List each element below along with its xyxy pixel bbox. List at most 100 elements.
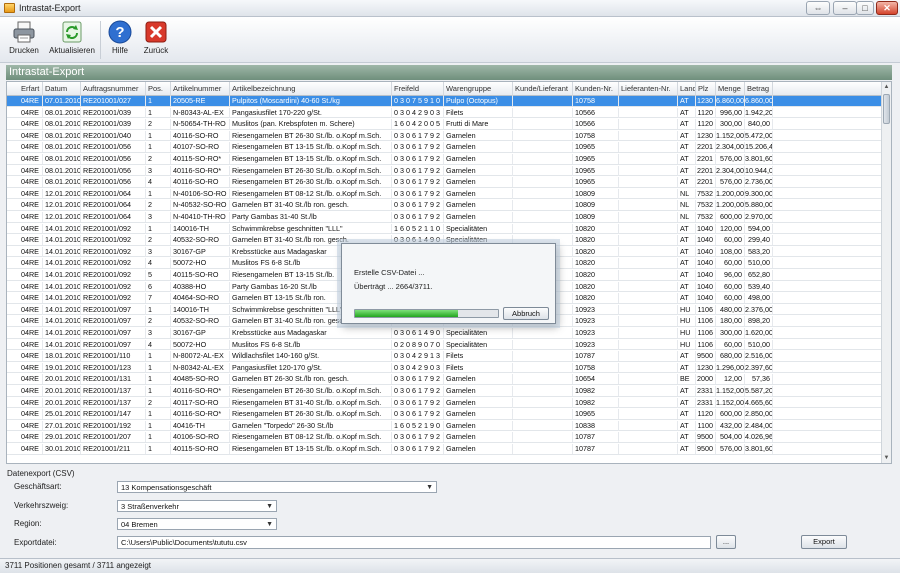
cell-land: HU [678, 328, 696, 338]
column-header-datum[interactable]: Datum [43, 82, 81, 96]
table-row[interactable]: 04RE 20.01.2010 RE201001/131 1 40485-SO-RO Ga… [7, 374, 883, 385]
table-row[interactable]: 04RE 12.01.2010 RE201001/064 1 N-40106-SO-RO… [7, 188, 883, 200]
cell-kunden-nr: 10923 [573, 316, 619, 327]
column-header-kunden-nr[interactable]: Kunden-Nr. [573, 82, 619, 96]
cell-artikelnummer: 40115-SO-RO [171, 444, 230, 454]
column-header-plz[interactable]: Plz [696, 82, 716, 96]
cell-auftragsnummer: RE201001/092 [81, 270, 146, 280]
table-row[interactable]: 04RE 08.01.2010 RE201001/056 3 40116-SO-RO* R… [7, 165, 883, 177]
table-row[interactable]: 04RE 08.01.2010 RE201001/039 1 N-80343-AL-EX… [7, 107, 883, 119]
table-row[interactable]: 04RE 08.01.2010 RE201001/056 1 40107-SO-RO Ri… [7, 142, 883, 153]
cell-freifeld: 0 3 0 6 1 7 9 2 [392, 165, 444, 176]
grid-header: Erfart Datum Auftragsnummer Pos. Artikelnumm… [7, 82, 883, 96]
cell-betrag: 9.300,00 [745, 188, 773, 199]
cell-freifeld: 0 3 0 6 1 4 9 0 [392, 328, 444, 338]
cell-pos: 4 [146, 339, 171, 350]
geschaeftsart-select[interactable]: 13 Kompensationsgeschäft ▼ [117, 481, 437, 493]
column-header-freifeld[interactable]: Freifeld [392, 82, 444, 96]
table-row[interactable]: 04RE 27.01.2010 RE201001/192 1 40416-TH Garne… [7, 420, 883, 432]
column-header-land[interactable]: Land [678, 82, 696, 96]
column-header-betrag[interactable]: Betrag [745, 82, 773, 96]
cell-auftragsnummer: RE201001/064 [81, 188, 146, 199]
table-row[interactable]: 04RE 20.01.2010 RE201001/137 2 40117-SO-RO Ri… [7, 397, 883, 409]
cell-land: AT [678, 351, 696, 362]
cell-plz: 1120 [696, 107, 716, 118]
column-header-menge[interactable]: Menge [716, 82, 745, 96]
cell-auftragsnummer: RE201001/092 [81, 246, 146, 257]
maximize-button[interactable]: □ [856, 1, 874, 15]
cell-artikelnummer: N-40410-TH-RO [171, 212, 230, 222]
cell-warengruppe: Specialitäten [444, 223, 513, 234]
table-row[interactable]: 04RE 08.01.2010 RE201001/039 2 N-50654-TH-RO… [7, 119, 883, 130]
column-header-erfart[interactable]: Erfart [19, 82, 43, 96]
table-row[interactable]: 04RE 07.01.2010 RE201001/027 1 20505-RE Pulpi… [7, 96, 883, 107]
cell-kunde-lieferant [513, 351, 573, 362]
cell-datum: 14.01.2010 [45, 246, 81, 257]
cell-kunde-lieferant [513, 397, 573, 408]
restore-tool-button[interactable]: ⇔ [806, 1, 830, 15]
column-header-lieferanten-nr[interactable]: Lieferanten-Nr. [619, 82, 678, 96]
cell-kunde-lieferant [513, 96, 573, 106]
vertical-scrollbar[interactable]: ▲ ▼ [881, 82, 891, 463]
region-select[interactable]: 04 Bremen ▼ [117, 518, 277, 530]
cell-datum: 08.01.2010 [45, 165, 81, 176]
browse-button[interactable]: ... [716, 535, 736, 549]
column-header-artikelbezeichnung[interactable]: Artikelbezeichnung [230, 82, 392, 96]
cell-plz: 1120 [696, 409, 716, 420]
table-row[interactable]: 04RE 30.01.2010 RE201001/211 1 40115-SO-RO Ri… [7, 444, 883, 455]
export-button[interactable]: Export [801, 535, 847, 549]
cell-betrag: 2.970,00 [745, 212, 773, 222]
cell-freifeld: 0 3 0 6 1 7 9 2 [392, 374, 444, 385]
cell-menge: 1.152,00 [716, 397, 745, 408]
cell-freifeld: 0 3 0 4 2 9 1 3 [392, 351, 444, 362]
scroll-thumb[interactable] [883, 94, 890, 124]
verkehrszweig-select[interactable]: 3 Straßenverkehr ▼ [117, 500, 277, 512]
cell-auftragsnummer: RE201001/092 [81, 281, 146, 292]
column-header-pos[interactable]: Pos. [146, 82, 171, 96]
cell-artikelnummer: 140016-TH [171, 223, 230, 234]
chevron-down-icon: ▼ [426, 484, 433, 491]
cell-kunden-nr: 10787 [573, 351, 619, 362]
column-header-warengruppe[interactable]: Warengruppe [444, 82, 513, 96]
cell-pos: 3 [146, 328, 171, 338]
table-row[interactable]: 04RE 12.01.2010 RE201001/064 3 N-40410-TH-RO… [7, 212, 883, 223]
abort-button[interactable]: Abbruch [503, 307, 549, 320]
print-button[interactable]: Drucken [6, 19, 42, 61]
scroll-down-icon[interactable]: ▼ [882, 453, 891, 463]
cell-datum: 14.01.2010 [45, 270, 81, 280]
close-button[interactable]: ✕ [876, 1, 898, 15]
table-row[interactable]: 04RE 14.01.2010 RE201001/092 1 140016-TH Schw… [7, 223, 883, 235]
cell-land: HU [678, 316, 696, 327]
cell-erfart: 04RE [19, 130, 43, 141]
table-row[interactable]: 04RE 25.01.2010 RE201001/147 1 40116-SO-RO* R… [7, 409, 883, 420]
column-header-auftragsnummer[interactable]: Auftragsnummer [81, 82, 146, 96]
export-file-input[interactable]: C:\Users\Public\Documents\tututu.csv [117, 536, 711, 549]
cell-datum: 19.01.2010 [45, 362, 81, 373]
cell-kunden-nr: 10809 [573, 188, 619, 199]
table-row[interactable]: 04RE 08.01.2010 RE201001/056 4 40116-SO-RO Ri… [7, 177, 883, 188]
help-button[interactable]: ? Hilfe [104, 19, 136, 61]
cell-erfart: 04RE [19, 316, 43, 327]
cell-plz: 1230 [696, 96, 716, 106]
table-row[interactable]: 04RE 14.01.2010 RE201001/097 4 50072-HO Musli… [7, 339, 883, 351]
table-row[interactable]: 04RE 29.01.2010 RE201001/207 1 40106-SO-RO Ri… [7, 432, 883, 443]
back-button[interactable]: Zurück [140, 19, 172, 61]
cell-artikelnummer: 40464-SO-RO [171, 293, 230, 304]
table-row[interactable]: 04RE 18.01.2010 RE201001/110 1 N-80072-AL-EX… [7, 351, 883, 362]
table-row[interactable]: 04RE 20.01.2010 RE201001/137 1 40116-SO-RO* R… [7, 386, 883, 397]
column-header-kunde-lieferant[interactable]: Kunde/Lieferant [513, 82, 573, 96]
cell-kunden-nr: 10965 [573, 154, 619, 164]
cell-datum: 25.01.2010 [45, 409, 81, 420]
table-row[interactable]: 04RE 08.01.2010 RE201001/056 2 40115-SO-RO* R… [7, 154, 883, 165]
refresh-button[interactable]: Aktualisieren [48, 19, 96, 61]
table-row[interactable]: 04RE 08.01.2010 RE201001/040 1 40116-SO-RO Ri… [7, 130, 883, 142]
cell-plz: 2201 [696, 142, 716, 153]
table-row[interactable]: 04RE 14.01.2010 RE201001/097 3 30167-GP Krebs… [7, 328, 883, 339]
table-row[interactable]: 04RE 12.01.2010 RE201001/064 2 N-40532-SO-RO… [7, 200, 883, 211]
table-row[interactable]: 04RE 19.01.2010 RE201001/123 1 N-80342-AL-EX… [7, 362, 883, 374]
minimize-button[interactable]: – [833, 1, 857, 15]
cell-artikelbezeichnung: Riesengarnelen BT 08-12 St./lb. o.Kopf m… [230, 432, 392, 443]
column-header-artikelnummer[interactable]: Artikelnummer [171, 82, 230, 96]
scroll-up-icon[interactable]: ▲ [882, 82, 891, 92]
cell-land: AT [678, 154, 696, 164]
